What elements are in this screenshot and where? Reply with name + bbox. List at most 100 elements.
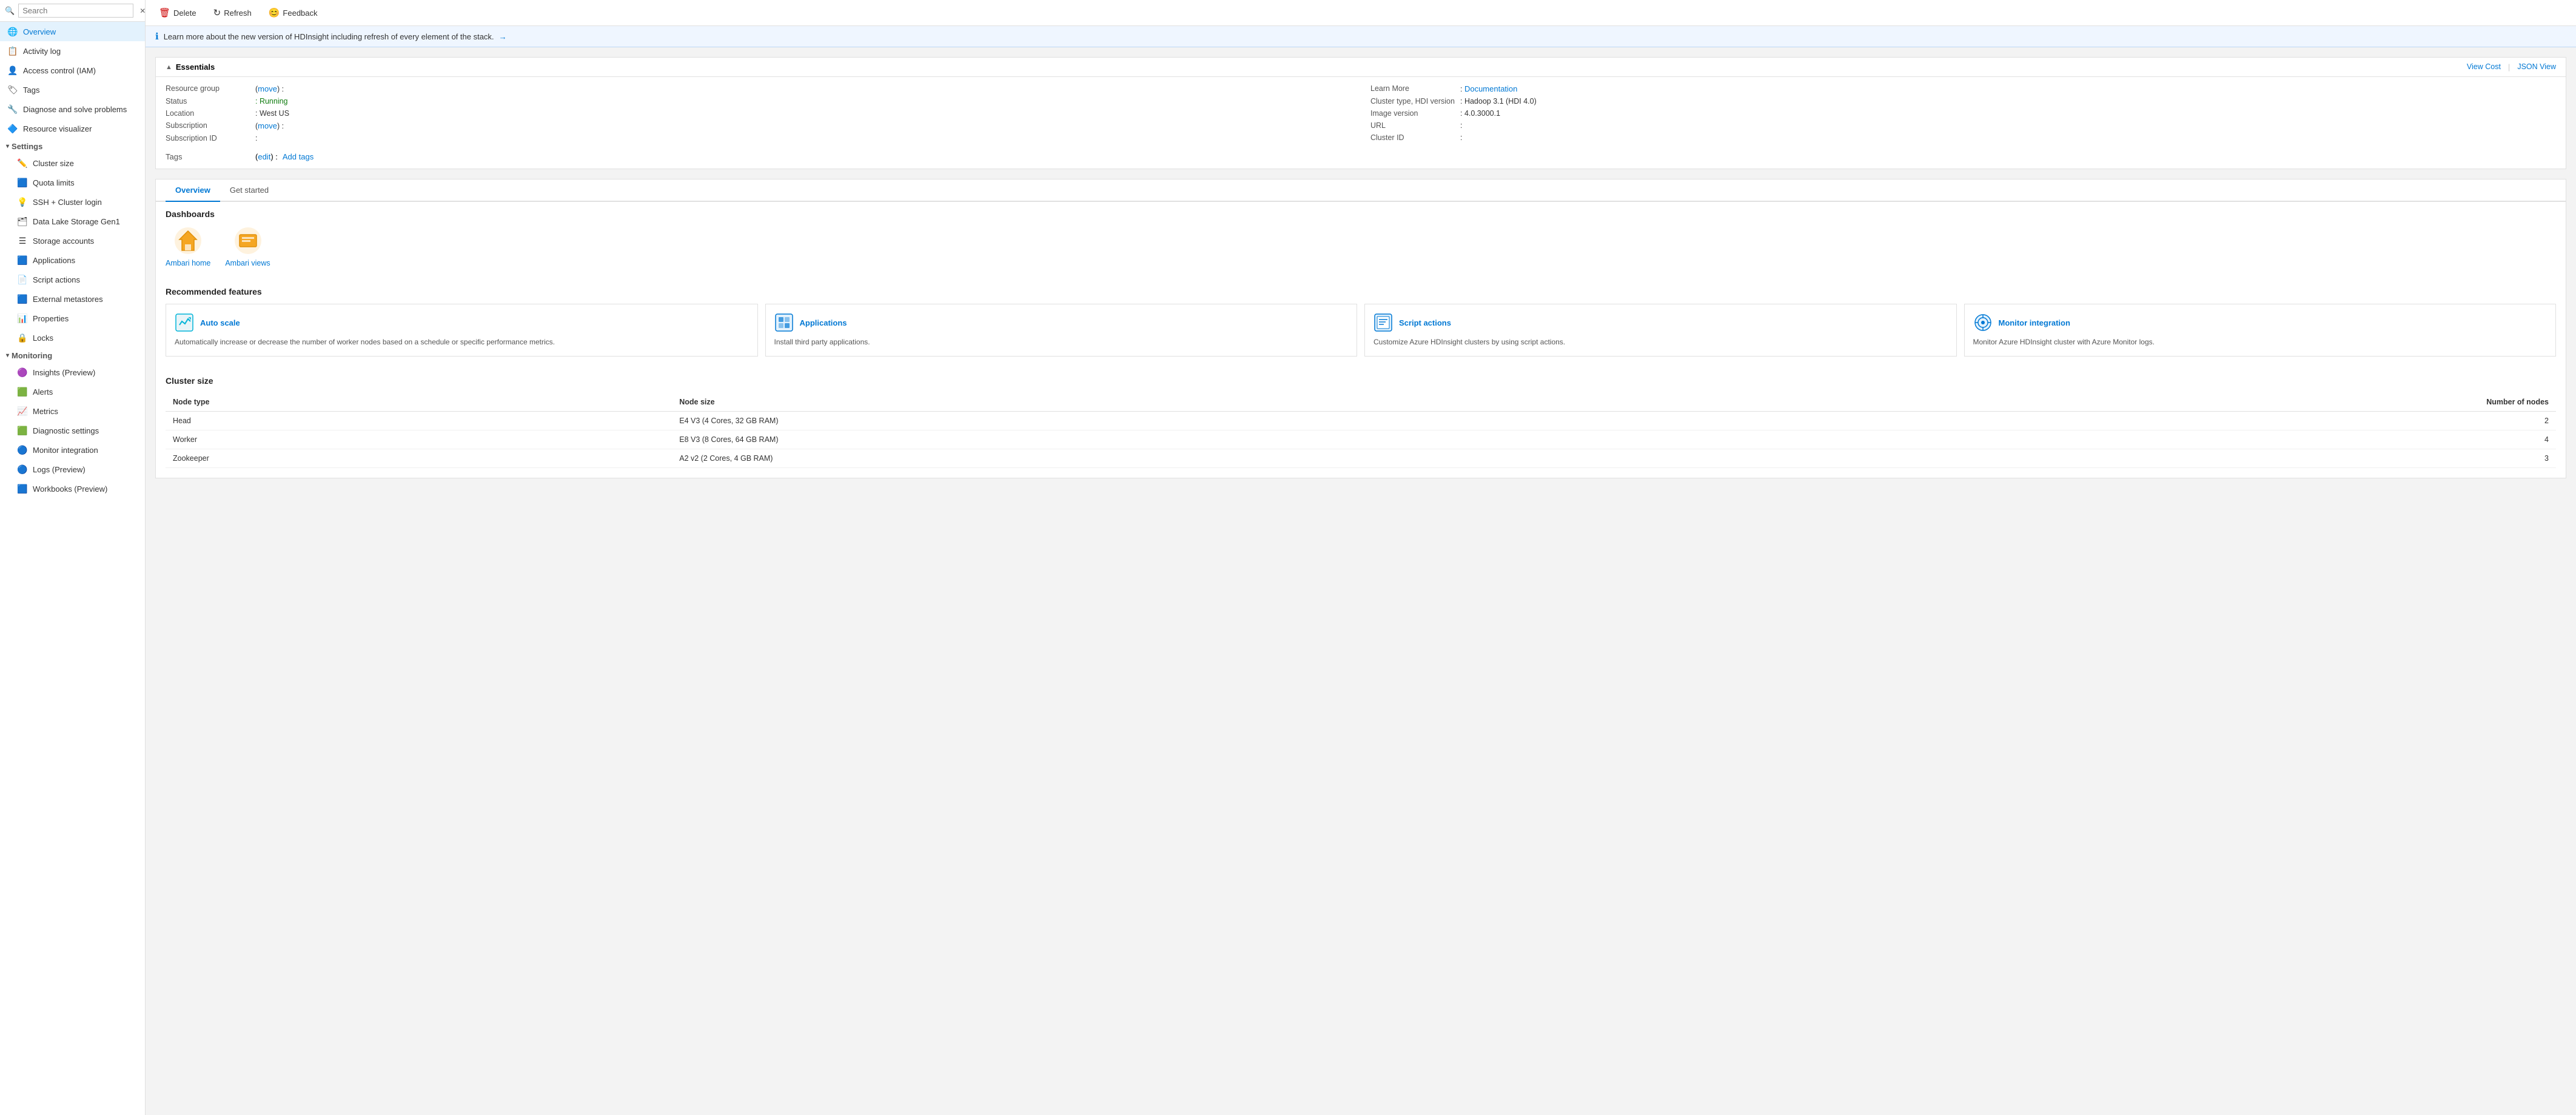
sidebar-icon-cluster-size: ✏️ xyxy=(17,158,28,169)
subscription-move-link[interactable]: move xyxy=(258,121,277,130)
cluster-row-1: Worker E8 V3 (8 Cores, 64 GB RAM) 4 xyxy=(166,430,2556,449)
cluster-node-size-0: E4 V3 (4 Cores, 32 GB RAM) xyxy=(672,411,1795,430)
sidebar-label-external-metastores: External metastores xyxy=(33,295,103,304)
essentials-right-col: Learn More : Documentation Cluster type,… xyxy=(1370,84,2556,142)
content-area: ▲ Essentials View Cost | JSON View Resou… xyxy=(146,47,2576,1115)
sidebar-item-overview[interactable]: 🌐Overview xyxy=(0,22,145,41)
sidebar-item-diagnose[interactable]: 🔧 Diagnose and solve problems xyxy=(0,99,145,119)
essentials-tags-row: Tags (edit) : Add tags xyxy=(156,150,2566,169)
section-label: Settings xyxy=(12,142,42,151)
feature-header-monitor-integration: Monitor integration xyxy=(1973,313,2547,332)
refresh-button[interactable]: ↻ Refresh xyxy=(210,5,255,21)
feature-title-monitor-integration: Monitor integration xyxy=(1999,318,2070,327)
sidebar-item-quota-limits[interactable]: 🟦Quota limits xyxy=(0,173,145,192)
sidebar-item-locks[interactable]: 🔒Locks xyxy=(0,328,145,347)
ambari-views-icon xyxy=(233,226,263,255)
essentials-card: ▲ Essentials View Cost | JSON View Resou… xyxy=(155,57,2566,169)
cluster-num-nodes-0: 2 xyxy=(1796,411,2556,430)
sidebar-item-cluster-size[interactable]: ✏️ Cluster size xyxy=(0,153,145,173)
essentials-cluster-type: Cluster type, HDI version : Hadoop 3.1 (… xyxy=(1370,97,2556,105)
feature-card-auto-scale[interactable]: Auto scale Automatically increase or dec… xyxy=(166,304,758,357)
sidebar-item-alerts[interactable]: 🟩 Alerts xyxy=(0,382,145,401)
sidebar-item-monitor-integration[interactable]: 🔵Monitor integration xyxy=(0,440,145,460)
feature-card-monitor-integration[interactable]: Monitor integration Monitor Azure HDInsi… xyxy=(1964,304,2557,357)
feedback-icon: 😊 xyxy=(269,7,280,18)
sidebar-item-external-metastores[interactable]: 🟦External metastores xyxy=(0,289,145,309)
collapse-icon[interactable]: ▲ xyxy=(166,64,172,71)
sidebar-item-ssh-cluster-login[interactable]: 💡SSH + Cluster login xyxy=(0,192,145,212)
sidebar-item-workbooks-preview[interactable]: 🟦Workbooks (Preview) xyxy=(0,479,145,498)
add-tags-link[interactable]: Add tags xyxy=(283,152,314,161)
get-started-tab[interactable]: Get started xyxy=(220,179,278,202)
delete-label: Delete xyxy=(173,8,196,18)
info-banner-link[interactable]: → xyxy=(499,32,507,41)
essentials-subscription: Subscription (move) : xyxy=(166,121,1351,130)
sidebar-label-cluster-size: Cluster size xyxy=(33,159,74,168)
sidebar-section-monitoring-section[interactable]: ▾Monitoring xyxy=(0,347,145,363)
essentials-header: ▲ Essentials View Cost | JSON View xyxy=(156,58,2566,77)
applications-feature-icon xyxy=(774,313,794,332)
sidebar-label-alerts: Alerts xyxy=(33,387,53,397)
feature-title-script-actions: Script actions xyxy=(1399,318,1451,327)
sidebar-label-tags: Tags xyxy=(23,85,39,95)
clear-search-button[interactable]: ✕ xyxy=(137,5,146,16)
sidebar-label-data-lake-storage: Data Lake Storage Gen1 xyxy=(33,217,120,226)
sidebar-icon-properties: 📊 xyxy=(17,313,28,324)
dashboards-grid: Ambari home Ambari views xyxy=(166,226,2556,267)
ambari-home-label: Ambari home xyxy=(166,259,210,267)
sidebar-icon-script-actions: 📄 xyxy=(17,274,28,285)
search-input[interactable] xyxy=(18,4,133,18)
sidebar-item-insights[interactable]: 🟣Insights (Preview) xyxy=(0,363,145,382)
ambari-home-icon xyxy=(173,226,203,255)
sidebar-item-properties[interactable]: 📊Properties xyxy=(0,309,145,328)
delete-button[interactable]: 🗑 Delete xyxy=(155,5,200,21)
sidebar-item-metrics[interactable]: 📈Metrics xyxy=(0,401,145,421)
col-node-type: Node type xyxy=(166,393,672,412)
search-bar: 🔍 ✕ « xyxy=(0,0,145,22)
sidebar-icon-alerts: 🟩 xyxy=(17,386,28,397)
cluster-size-heading: Cluster size xyxy=(166,369,2556,386)
section-chevron: ▾ xyxy=(6,352,9,359)
sidebar-icon-storage-accounts: ☰ xyxy=(17,235,28,246)
sidebar-item-resource-visualizer[interactable]: 🔷Resource visualizer xyxy=(0,119,145,138)
sidebar: 🔍 ✕ « 🌐Overview📋Activity log👤Access cont… xyxy=(0,0,146,1115)
tags-edit-link[interactable]: edit xyxy=(258,152,270,161)
sidebar-item-script-actions[interactable]: 📄Script actions xyxy=(0,270,145,289)
sidebar-item-storage-accounts[interactable]: ☰Storage accounts xyxy=(0,231,145,250)
info-banner-text: Learn more about the new version of HDIn… xyxy=(164,32,494,41)
dashboards-heading: Dashboards xyxy=(166,202,2556,219)
toolbar: 🗑 Delete ↻ Refresh 😊 Feedback xyxy=(146,0,2576,26)
sidebar-item-activity-log[interactable]: 📋Activity log xyxy=(0,41,145,61)
sidebar-icon-tags: 🏷 xyxy=(7,84,18,95)
ambari-home-item[interactable]: Ambari home xyxy=(166,226,210,267)
view-cost-link[interactable]: View Cost xyxy=(2467,62,2501,72)
sidebar-icon-metrics: 📈 xyxy=(17,406,28,417)
sidebar-label-diagnose: Diagnose and solve problems xyxy=(23,105,127,114)
cluster-size-table: Node type Node size Number of nodes Head… xyxy=(166,393,2556,468)
sidebar-item-diagnostic-settings[interactable]: 🟩Diagnostic settings xyxy=(0,421,145,440)
sidebar-section-settings-section[interactable]: ▾Settings xyxy=(0,138,145,153)
sidebar-item-data-lake-storage[interactable]: 🗂Data Lake Storage Gen1 xyxy=(0,212,145,231)
refresh-label: Refresh xyxy=(224,8,252,18)
sidebar-item-logs-preview[interactable]: 🔵Logs (Preview) xyxy=(0,460,145,479)
ambari-views-item[interactable]: Ambari views xyxy=(225,226,270,267)
essentials-cluster-id: Cluster ID : xyxy=(1370,133,2556,142)
overview-tab[interactable]: Overview xyxy=(166,179,220,202)
auto-scale-icon xyxy=(175,313,194,332)
sidebar-label-workbooks-preview: Workbooks (Preview) xyxy=(33,484,107,494)
json-view-link[interactable]: JSON View xyxy=(2517,62,2556,72)
sidebar-label-ssh-cluster-login: SSH + Cluster login xyxy=(33,198,102,207)
sidebar-item-access-control[interactable]: 👤Access control (IAM) xyxy=(0,61,145,80)
feature-card-applications[interactable]: Applications Install third party applica… xyxy=(765,304,1358,357)
feedback-label: Feedback xyxy=(283,8,317,18)
sidebar-item-applications[interactable]: 🟦Applications xyxy=(0,250,145,270)
feature-title-applications: Applications xyxy=(800,318,847,327)
feature-card-script-actions[interactable]: Script actions Customize Azure HDInsight… xyxy=(1364,304,1957,357)
sidebar-icon-diagnose: 🔧 xyxy=(7,104,18,115)
documentation-link[interactable]: Documentation xyxy=(1464,84,1517,93)
sidebar-icon-access-control: 👤 xyxy=(7,65,18,76)
feedback-button[interactable]: 😊 Feedback xyxy=(265,5,321,21)
sidebar-item-tags[interactable]: 🏷 Tags xyxy=(0,80,145,99)
essentials-location: Location : West US xyxy=(166,109,1351,118)
resource-group-move-link[interactable]: move xyxy=(258,84,277,93)
